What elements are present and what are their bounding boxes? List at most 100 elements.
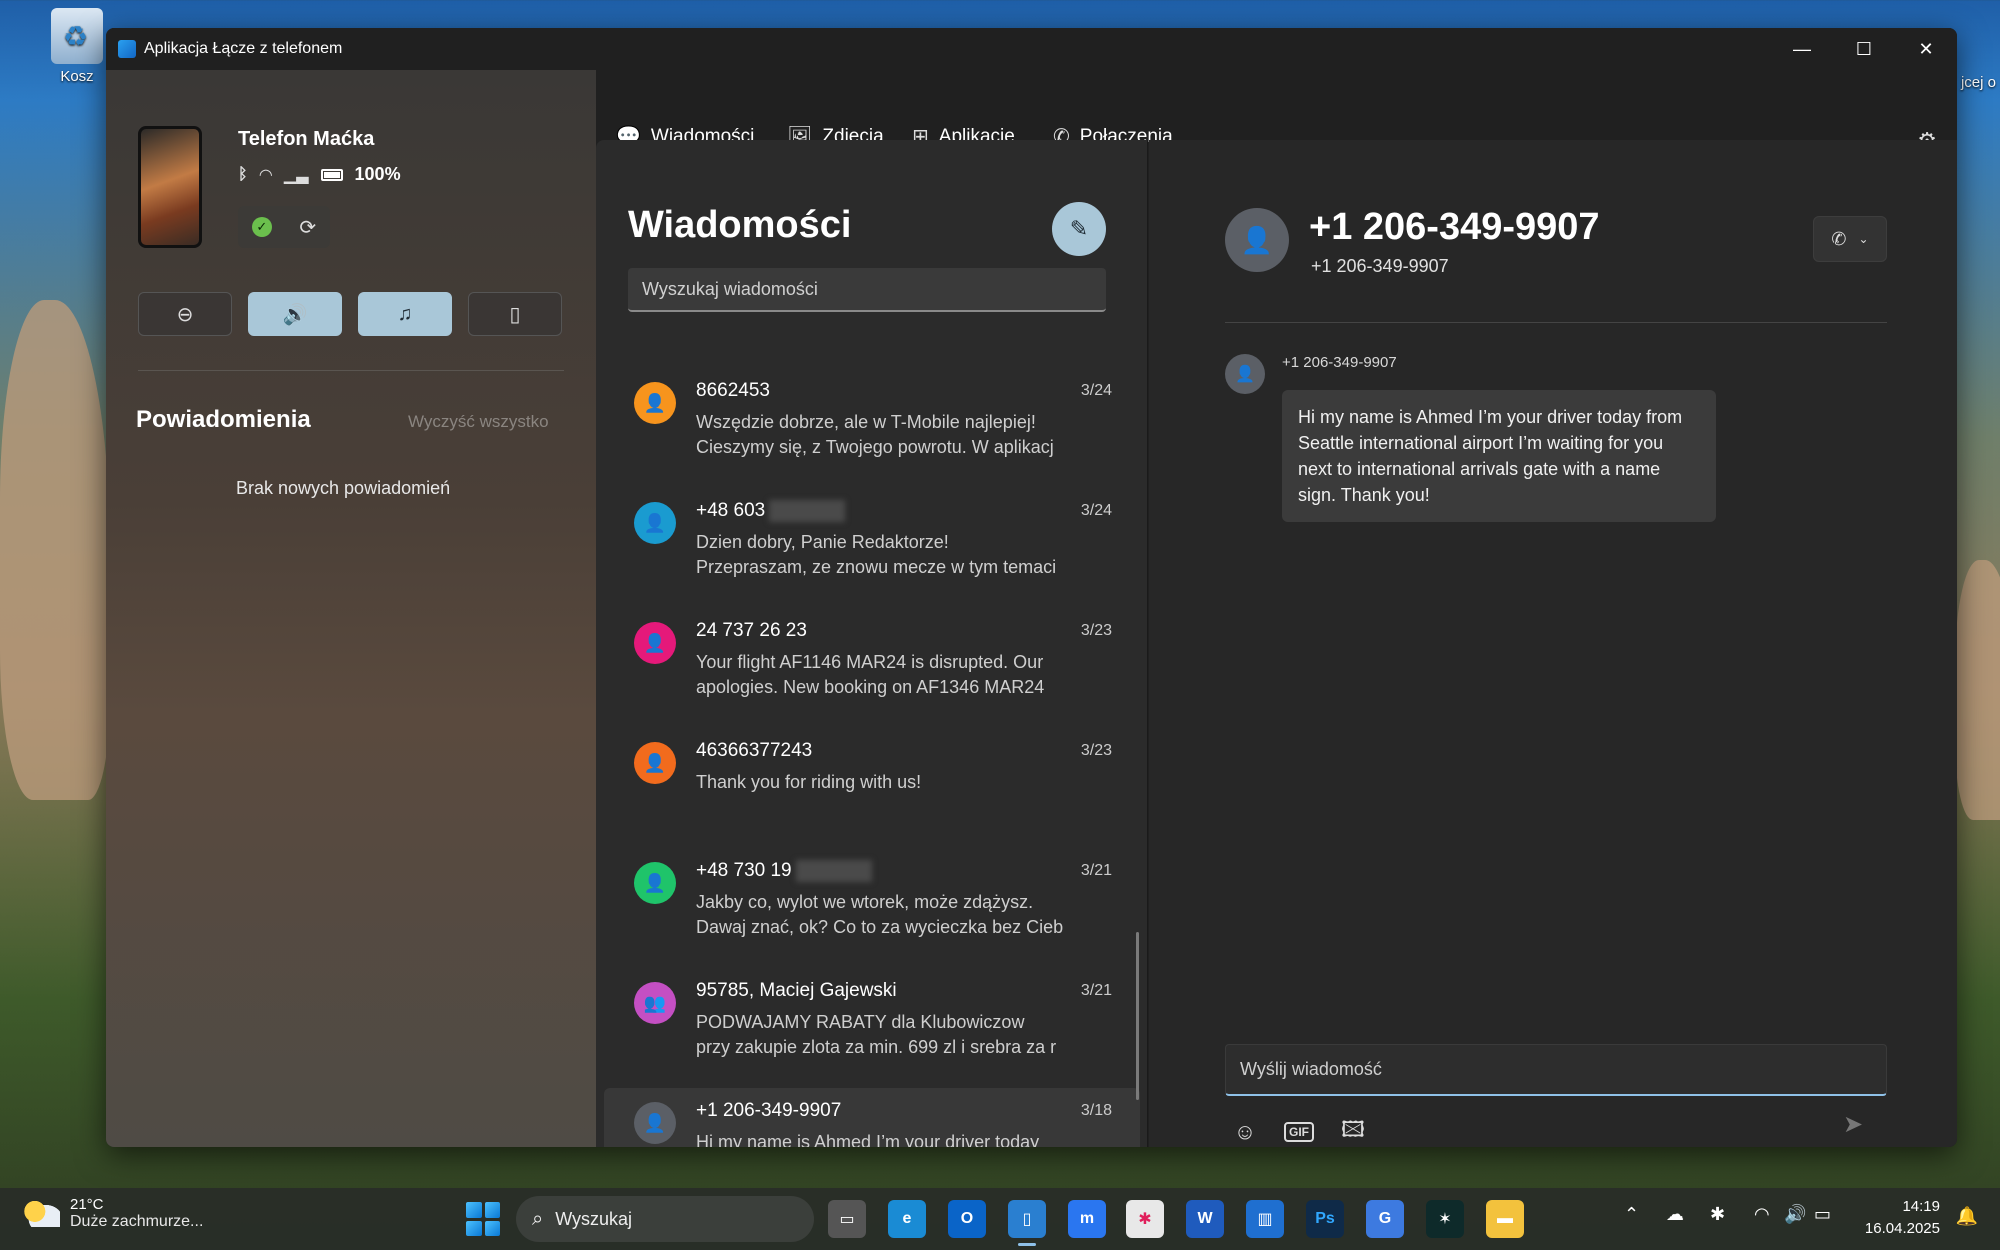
conversation-name: +48 603 <box>696 500 846 522</box>
conversation-name-text: +48 730 19 <box>696 860 792 882</box>
recycle-bin-label: Kosz <box>60 68 94 85</box>
contact-avatar: 👤 <box>634 622 676 664</box>
music-toggle[interactable]: ♫ <box>358 292 452 336</box>
weather-widget[interactable]: 21°C Duże zachmurze... <box>24 1196 203 1231</box>
message-preview-line: Jakby co, wylot we wtorek, może zdążysz. <box>696 892 1034 912</box>
message-preview-line: PODWAJAMY RABATY dla Klubowiczow <box>696 1012 1025 1032</box>
start-button[interactable] <box>466 1202 500 1236</box>
taskbar-search-label: Wyszukaj <box>555 1208 633 1229</box>
message-preview-line: Dzien dobry, Panie Redaktorze! <box>696 532 949 552</box>
phone-status-row: ᛒ ◠ ▁▃ 100% <box>238 164 401 185</box>
conversation-date: 3/21 <box>1080 862 1112 879</box>
call-button[interactable]: ✆ ⌄ <box>1813 216 1887 262</box>
conversation-name-text: 8662453 <box>696 380 770 401</box>
message-preview-line: apologies. New booking on AF1346 MAR24 <box>696 677 1045 697</box>
weather-description: Duże zachmurze... <box>70 1213 204 1230</box>
outlook-icon[interactable]: O <box>948 1200 986 1238</box>
contact-avatar: 👤 <box>1225 208 1289 272</box>
group-icon: 👥 <box>643 992 667 1013</box>
battery-icon[interactable]: ▭ <box>1814 1204 1831 1225</box>
edge-icon[interactable]: e <box>888 1200 926 1238</box>
conversation-name-text: 46366377243 <box>696 740 813 761</box>
do-not-disturb-icon: ⊖ <box>176 303 194 326</box>
close-button[interactable]: ✕ <box>1895 28 1957 70</box>
person-icon: 👤 <box>643 1112 667 1133</box>
image-icon[interactable]: 🖾 <box>1333 1112 1373 1147</box>
phone-link-icon[interactable]: ▯ <box>1008 1200 1046 1246</box>
sync-icon[interactable]: ⟳ <box>299 215 316 240</box>
gif-icon[interactable]: GIF <box>1279 1112 1319 1147</box>
wifi-icon[interactable]: ◠ <box>1754 1204 1770 1225</box>
conversation-list-item[interactable]: 👥 95785, Maciej Gajewski 3/21 PODWAJAMY RAB… <box>604 968 1140 1080</box>
chevron-up-icon[interactable]: ⌃ <box>1624 1204 1639 1225</box>
redacted-number <box>769 500 846 522</box>
conversation-date: 3/24 <box>1080 502 1112 519</box>
translate-icon[interactable]: G <box>1366 1200 1404 1238</box>
chevron-down-icon: ⌄ <box>1858 232 1869 246</box>
conversation-subtitle: +1 206-349-9907 <box>1311 256 1449 276</box>
explorer-icon[interactable]: ▬ <box>1486 1200 1524 1238</box>
phone-icon: ✆ <box>1831 228 1847 249</box>
conversation-name-text: +48 603 <box>696 500 766 522</box>
slack-tray-icon[interactable]: ✱ <box>1710 1204 1725 1225</box>
do-not-disturb-toggle[interactable]: ⊖ <box>138 292 232 336</box>
wifi-icon: ◠ <box>259 166 272 184</box>
conversation-list-item[interactable]: 👤 8662453 3/24 Wszędzie dobrze, ale w T-Mob… <box>604 368 1140 480</box>
music-icon: ♫ <box>397 302 413 325</box>
conversation-list-item[interactable]: 👤 +1 206-349-9907 3/18 Hi my name is Ahmed … <box>604 1088 1140 1147</box>
task-view-icon[interactable]: ▭ <box>828 1200 866 1238</box>
message-preview-line: Hi my name is Ahmed I’m your driver toda… <box>696 1132 1040 1147</box>
divider <box>1225 322 1887 323</box>
redacted-number <box>795 860 872 882</box>
clear-all-link[interactable]: Wyczyść wszystko <box>408 412 549 432</box>
phone-link-window: Aplikacja Łącze z telefonem — ☐ ✕ Telefo… <box>106 28 1957 1147</box>
conversation-name-text: 24 737 26 23 <box>696 620 807 641</box>
contact-avatar: 👤 <box>634 382 676 424</box>
message-preview: Your flight AF1146 MAR24 is disrupted. O… <box>696 650 1066 700</box>
person-icon: 👤 <box>643 512 667 533</box>
person-icon: 👤 <box>643 872 667 893</box>
photoshop-icon[interactable]: Ps <box>1306 1200 1344 1238</box>
sender-avatar: 👤 <box>1225 354 1265 394</box>
volume-icon[interactable]: 🔊 <box>1784 1204 1806 1225</box>
search-messages-input[interactable]: Wyszukaj wiadomości <box>628 268 1106 312</box>
taskbar-search[interactable]: ⌕ Wyszukaj <box>516 1196 814 1242</box>
conversation-list-item[interactable]: 👤 46366377243 3/23 Thank you for riding wit… <box>604 728 1140 840</box>
message-preview: Jakby co, wylot we wtorek, może zdążysz.… <box>696 890 1066 940</box>
send-message-input[interactable]: Wyślij wiadomość <box>1225 1044 1887 1096</box>
conversation-list-item[interactable]: 👤 +48 730 19 3/21 Jakby co, wylot we wtorek… <box>604 848 1140 960</box>
maximize-button[interactable]: ☐ <box>1833 28 1895 70</box>
message-preview: Wszędzie dobrze, ale w T-Mobile najlepie… <box>696 410 1066 460</box>
desktop-edge-text: jcej o <box>1960 74 1996 91</box>
emoji-icon[interactable]: ☺ <box>1225 1112 1265 1147</box>
message-preview: Hi my name is Ahmed I’m your driver toda… <box>696 1130 1066 1147</box>
onedrive-icon[interactable]: ☁ <box>1666 1204 1684 1225</box>
word-icon[interactable]: W <box>1186 1200 1224 1238</box>
clock[interactable]: 14:19 16.04.2025 <box>1865 1196 1940 1240</box>
clock-time: 14:19 <box>1902 1198 1940 1215</box>
trello-icon[interactable]: ▥ <box>1246 1200 1284 1238</box>
message-preview-line: Dawaj znać, ok? Co to za wycieczka bez C… <box>696 917 1064 937</box>
conversation-list-item[interactable]: 👤 24 737 26 23 3/23 Your flight AF1146 MAR2… <box>604 608 1140 720</box>
messenger-icon[interactable]: m <box>1068 1200 1106 1238</box>
conversation-list-item[interactable]: 👤 +48 603 3/24 Dzien dobry, Panie Redaktorz… <box>604 488 1140 600</box>
desktop-rock <box>0 300 110 800</box>
person-icon: 👤 <box>643 632 667 653</box>
phone-screen-toggle[interactable]: ▯ <box>468 292 562 336</box>
partly-cloudy-icon <box>24 1200 60 1227</box>
messages-title: Wiadomości <box>628 204 852 246</box>
app-bird-icon[interactable]: ✶ <box>1426 1200 1464 1238</box>
contact-avatar: 👤 <box>634 502 676 544</box>
send-icon[interactable]: ➤ <box>1843 1110 1863 1139</box>
conversation-name: 46366377243 <box>696 740 812 762</box>
conversation-name: 8662453 <box>696 380 770 402</box>
volume-toggle[interactable]: 🔊 <box>248 292 342 336</box>
notification-bell-icon[interactable]: 🔔 <box>1956 1206 1978 1227</box>
scrollbar[interactable] <box>1136 932 1139 1100</box>
slack-icon[interactable]: ✱ <box>1126 1200 1164 1238</box>
new-message-button[interactable]: ✎ <box>1052 202 1106 256</box>
recycle-bin-icon[interactable]: Kosz <box>44 8 110 85</box>
volume-icon: 🔊 <box>282 303 308 326</box>
minimize-button[interactable]: — <box>1771 28 1833 70</box>
phone-screen-icon: ▯ <box>509 303 521 326</box>
